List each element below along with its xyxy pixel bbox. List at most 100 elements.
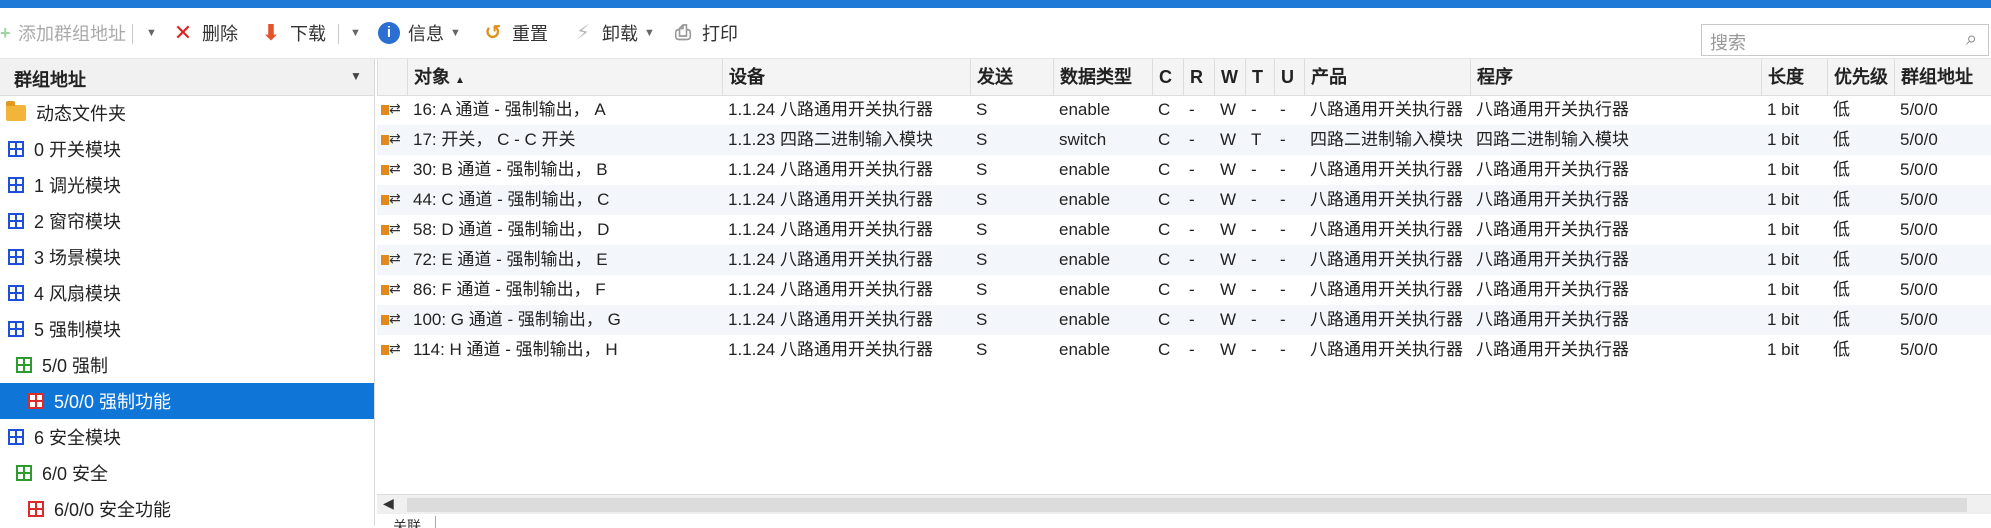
table-cell: 低 xyxy=(1833,340,1850,359)
table-cell: 1.1.24 八路通用开关执行器 xyxy=(728,280,933,299)
table-cell: 86: F 通道 - 强制输出， F xyxy=(413,280,606,299)
table-cell: 八路通用开关执行器 xyxy=(1310,280,1463,299)
table-row[interactable]: ⇄ 16: A 通道 - 强制输出， A 1.1.24 八路通用开关执行器 Senab… xyxy=(377,95,1991,125)
tree-item-group[interactable]: 2 窗帘模块 xyxy=(8,203,121,239)
column-header-group-address[interactable]: 群组地址 xyxy=(1894,59,1991,95)
reset-button[interactable]: ↺ 重置 xyxy=(482,8,548,58)
info-button[interactable]: i 信息 ▼ xyxy=(378,8,461,58)
table-row[interactable]: ⇄ 17: 开关， C - C 开关 1.1.23 四路二进制输入模块 Sswitch… xyxy=(377,125,1991,155)
download-dropdown[interactable]: ▼ xyxy=(344,8,361,58)
table-cell: S xyxy=(976,340,988,359)
table-cell: - xyxy=(1280,220,1286,239)
table-cell: C xyxy=(1158,280,1171,299)
table-cell: 八路通用开关执行器 xyxy=(1310,160,1463,179)
search-input[interactable]: 搜索 xyxy=(1701,24,1989,56)
tree-item-group-address[interactable]: 6/0/0 安全功能 xyxy=(28,491,171,527)
download-button[interactable]: ⬇ 下载 xyxy=(260,8,326,58)
add-group-address-button[interactable]: + 添加群组地址 xyxy=(0,8,126,58)
add-icon: + xyxy=(0,23,11,43)
table-cell: S xyxy=(976,160,988,179)
print-button[interactable]: ⎙ 打印 xyxy=(672,8,738,58)
table-row[interactable]: ⇄ 114: H 通道 - 强制输出， H 1.1.24 八路通用开关执行器 Sena… xyxy=(377,335,1991,365)
group-address-icon xyxy=(28,501,44,517)
tree-header: 群组地址 ▼ xyxy=(0,59,374,96)
table-cell: 低 xyxy=(1833,130,1850,149)
tree-item-dynamic-folder[interactable]: 动态文件夹 xyxy=(6,95,126,131)
tree-item-group[interactable]: 1 调光模块 xyxy=(8,167,121,203)
tab-relations[interactable]: 关联 xyxy=(393,516,436,528)
table-cell: 八路通用开关执行器 xyxy=(1310,220,1463,239)
scrollbar-thumb[interactable] xyxy=(407,498,1967,512)
table-cell: 17: 开关， C - C 开关 xyxy=(413,130,576,149)
table-row[interactable]: ⇄ 58: D 通道 - 强制输出， D 1.1.24 八路通用开关执行器 Senab… xyxy=(377,215,1991,245)
chevron-down-icon: ▼ xyxy=(350,27,361,39)
column-header-device[interactable]: 设备 xyxy=(722,59,970,95)
toolbar: + 添加群组地址 ▼ ✕ 删除 ⬇ 下载 ▼ i 信息 ▼ ↺ 重置 ⚡ 卸载 … xyxy=(0,8,1991,59)
column-header-w[interactable]: W xyxy=(1214,59,1245,95)
column-header-datatype[interactable]: 数据类型 xyxy=(1053,59,1152,95)
column-header-priority[interactable]: 优先级 xyxy=(1827,59,1894,95)
column-header-c[interactable]: C xyxy=(1152,59,1183,95)
column-header-send[interactable]: 发送 xyxy=(970,59,1053,95)
delete-button[interactable]: ✕ 删除 xyxy=(172,8,238,58)
column-header-icon[interactable] xyxy=(377,59,407,95)
table-cell: - xyxy=(1251,100,1257,119)
table-cell: 八路通用开关执行器 xyxy=(1476,280,1629,299)
tree-item-group[interactable]: 0 开关模块 xyxy=(8,131,121,167)
column-header-t[interactable]: T xyxy=(1245,59,1274,95)
tree-item-group[interactable]: 5 强制模块 xyxy=(8,311,121,347)
search-icon[interactable]: ⌕ xyxy=(1966,28,1988,50)
table-cell: S xyxy=(976,250,988,269)
table-header: 对象 ▲ 设备 发送 数据类型 C R W T U 产品 程序 长度 优先级 群… xyxy=(377,59,1991,96)
unload-lightning-icon: ⚡ xyxy=(575,22,591,44)
main-group-icon xyxy=(8,321,24,337)
objects-table: 对象 ▲ 设备 发送 数据类型 C R W T U 产品 程序 长度 优先级 群… xyxy=(377,59,1991,499)
table-cell: switch xyxy=(1059,130,1107,149)
column-header-object[interactable]: 对象 ▲ xyxy=(407,59,722,95)
column-header-length[interactable]: 长度 xyxy=(1761,59,1827,95)
tree-item-group-address-selected[interactable]: 5/0/0 强制功能 xyxy=(0,383,374,419)
table-cell: 低 xyxy=(1833,310,1850,329)
tree-item-group[interactable]: 4 风扇模块 xyxy=(8,275,121,311)
communication-object-icon: ⇄ xyxy=(381,250,401,268)
column-header-program[interactable]: 程序 xyxy=(1470,59,1761,95)
tree-item-middle-group[interactable]: 5/0 强制 xyxy=(16,347,108,383)
table-row[interactable]: ⇄ 86: F 通道 - 强制输出， F 1.1.24 八路通用开关执行器 Senab… xyxy=(377,275,1991,305)
tree-item-middle-group[interactable]: 6/0 安全 xyxy=(16,455,108,491)
table-cell: 八路通用开关执行器 xyxy=(1476,310,1629,329)
table-row[interactable]: ⇄ 100: G 通道 - 强制输出， G 1.1.24 八路通用开关执行器 Sena… xyxy=(377,305,1991,335)
main-group-icon xyxy=(8,429,24,445)
table-row[interactable]: ⇄ 72: E 通道 - 强制输出， E 1.1.24 八路通用开关执行器 Senab… xyxy=(377,245,1991,275)
table-cell: 1.1.24 八路通用开关执行器 xyxy=(728,100,933,119)
table-cell: - xyxy=(1251,280,1257,299)
sort-asc-icon: ▲ xyxy=(455,75,465,86)
add-group-dropdown[interactable]: ▼ xyxy=(140,8,157,58)
column-header-product[interactable]: 产品 xyxy=(1304,59,1470,95)
table-row[interactable]: ⇄ 30: B 通道 - 强制输出， B 1.1.24 八路通用开关执行器 Senab… xyxy=(377,155,1991,185)
communication-object-icon: ⇄ xyxy=(381,190,401,208)
scroll-left-icon[interactable]: ◀ xyxy=(383,495,394,512)
table-cell: W xyxy=(1220,100,1237,119)
unload-button[interactable]: ⚡ 卸载 ▼ xyxy=(572,8,655,58)
table-cell: 1.1.24 八路通用开关执行器 xyxy=(728,160,933,179)
column-header-u[interactable]: U xyxy=(1274,59,1304,95)
table-cell: 1.1.24 八路通用开关执行器 xyxy=(728,340,933,359)
table-cell: - xyxy=(1189,220,1195,239)
table-cell: 1 bit xyxy=(1767,100,1800,119)
table-cell: 低 xyxy=(1833,280,1850,299)
table-cell: 低 xyxy=(1833,250,1850,269)
main-group-icon xyxy=(8,285,24,301)
column-header-r[interactable]: R xyxy=(1183,59,1214,95)
tree-menu-dropdown-icon[interactable]: ▼ xyxy=(350,69,362,83)
table-cell: - xyxy=(1251,340,1257,359)
tree-item-group[interactable]: 6 安全模块 xyxy=(8,419,121,455)
table-row[interactable]: ⇄ 44: C 通道 - 强制输出， C 1.1.24 八路通用开关执行器 Senab… xyxy=(377,185,1991,215)
horizontal-scrollbar[interactable]: ◀ xyxy=(377,494,1991,515)
tree-title: 群组地址 xyxy=(14,70,86,90)
table-cell: 八路通用开关执行器 xyxy=(1476,160,1629,179)
tree-item-group[interactable]: 3 场景模块 xyxy=(8,239,121,275)
table-cell: enable xyxy=(1059,100,1111,119)
table-cell: - xyxy=(1251,310,1257,329)
table-cell: - xyxy=(1189,310,1195,329)
table-cell: C xyxy=(1158,340,1171,359)
